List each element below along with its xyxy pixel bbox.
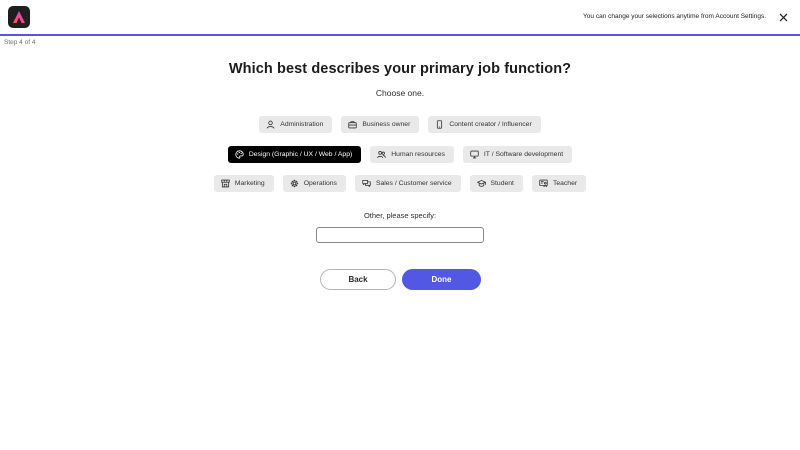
- option-label: Administration: [280, 121, 324, 128]
- people-icon: [377, 151, 387, 159]
- palette-icon: [235, 150, 244, 159]
- page-title: Which best describes your primary job fu…: [228, 61, 572, 77]
- storefront-icon: [221, 179, 230, 188]
- phone-icon: [437, 120, 443, 129]
- progress-bar: [0, 34, 800, 36]
- option-content-creator[interactable]: Content creator / Influencer: [428, 116, 541, 133]
- chat-bubbles-icon: [362, 179, 371, 187]
- options-row-2: Design (Graphic / UX / Web / App) Human …: [0, 146, 800, 163]
- other-label: Other, please specify:: [363, 211, 437, 220]
- option-label: Design (Graphic / UX / Web / App): [248, 151, 353, 158]
- close-icon: [779, 13, 787, 21]
- option-label: Operations: [303, 180, 337, 187]
- option-administration[interactable]: Administration: [259, 116, 333, 133]
- option-design[interactable]: Design (Graphic / UX / Web / App): [227, 146, 362, 163]
- option-label: Student: [490, 180, 514, 187]
- monitor-icon: [470, 150, 479, 159]
- done-button[interactable]: Done: [402, 269, 481, 290]
- briefcase-icon: [348, 121, 358, 129]
- step-indicator: Step 4 of 4: [4, 39, 36, 46]
- gear-icon: [290, 179, 298, 188]
- teacher-board-icon: [539, 179, 548, 188]
- adobe-express-logo[interactable]: [8, 6, 30, 28]
- settings-notice: You can change your selections anytime f…: [583, 13, 766, 20]
- option-label: Teacher: [552, 180, 578, 187]
- option-label: Human resources: [391, 151, 445, 158]
- other-input[interactable]: [316, 227, 484, 243]
- person-icon: [266, 120, 275, 129]
- option-business-owner[interactable]: Business owner: [341, 116, 420, 133]
- options-row-1: Administration Business owner Content cr…: [0, 116, 800, 133]
- page-subtitle: Choose one.: [375, 88, 425, 98]
- option-label: Marketing: [234, 180, 265, 187]
- option-label: IT / Software development: [483, 151, 564, 158]
- option-sales-customer-service[interactable]: Sales / Customer service: [354, 175, 461, 192]
- logo-icon: [13, 11, 25, 23]
- top-bar: You can change your selections anytime f…: [0, 0, 800, 34]
- option-label: Sales / Customer service: [375, 180, 452, 187]
- option-marketing[interactable]: Marketing: [213, 175, 274, 192]
- option-student[interactable]: Student: [469, 175, 523, 192]
- option-it-software[interactable]: IT / Software development: [462, 146, 573, 163]
- option-label: Content creator / Influencer: [449, 121, 532, 128]
- options-row-3: Marketing Operations Sales / Customer se…: [0, 175, 800, 192]
- option-operations[interactable]: Operations: [282, 175, 346, 192]
- graduation-cap-icon: [476, 180, 486, 187]
- option-human-resources[interactable]: Human resources: [370, 146, 454, 163]
- close-button[interactable]: [774, 8, 792, 26]
- option-label: Business owner: [362, 121, 411, 128]
- back-button[interactable]: Back: [320, 269, 396, 290]
- option-teacher[interactable]: Teacher: [531, 175, 587, 192]
